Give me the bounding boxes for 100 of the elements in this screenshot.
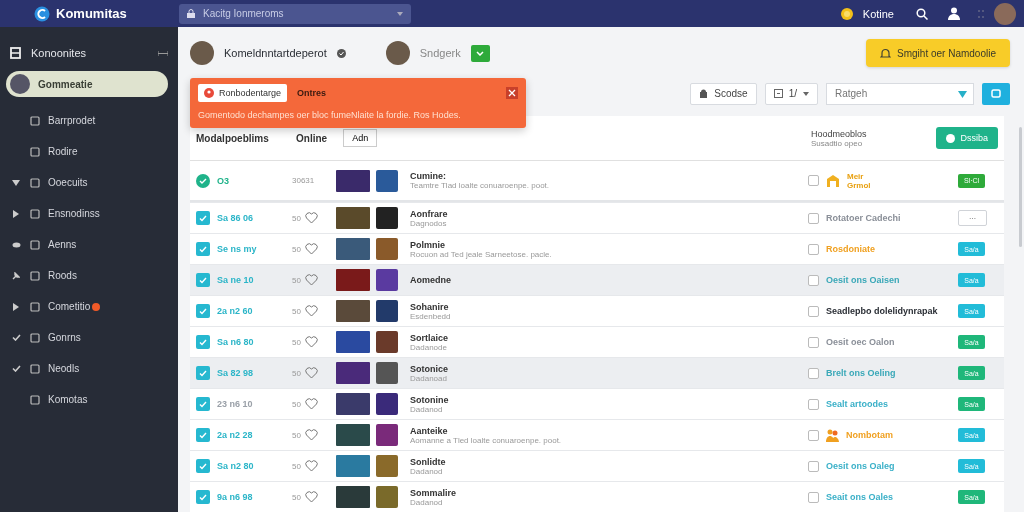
like-count: 50	[292, 337, 301, 347]
heart-icon	[304, 243, 318, 255]
sort-button[interactable]: Scodse	[690, 82, 757, 105]
close-button[interactable]	[506, 87, 518, 99]
checkbox[interactable]	[808, 398, 819, 410]
image-placeholder	[376, 238, 398, 260]
checkbox[interactable]	[808, 367, 819, 379]
item-description: Aomanne a Tled loalte conuaroenpe. poot.	[410, 435, 563, 445]
sidebar-item[interactable]: Barrprodet	[10, 105, 168, 136]
page-select[interactable]: 1/	[764, 82, 818, 105]
heart-icon	[304, 398, 318, 410]
sidebar-item[interactable]: Ooecuits	[10, 167, 168, 198]
checkbox[interactable]	[196, 304, 210, 318]
image-placeholder	[376, 331, 398, 353]
item-description: Dadanod	[410, 404, 444, 414]
image-placeholder	[336, 486, 370, 508]
favorite-button[interactable]	[304, 491, 318, 503]
status-text: Sealt artoodes	[826, 399, 889, 409]
checkbox[interactable]	[196, 428, 210, 442]
status-text: Rosdoniate	[826, 244, 875, 254]
checkbox[interactable]	[196, 397, 210, 411]
search-input[interactable]: Kacitg Ionmeroms	[201, 7, 391, 20]
favorite-button[interactable]	[304, 243, 318, 255]
checkbox[interactable]	[196, 273, 210, 287]
search-button[interactable]	[982, 82, 1010, 105]
row-date: Sa 86 06	[217, 213, 254, 223]
check-icon	[199, 431, 207, 439]
confirm-button[interactable]	[470, 44, 490, 62]
toast-message: Gomentodo dechampes oer bloc fumeNlaite la fordie. Ros Hodes.	[198, 110, 462, 120]
avatar[interactable]	[994, 2, 1016, 25]
menu-item-icon	[30, 363, 40, 374]
filter-button[interactable]: Adn	[343, 129, 378, 147]
checkbox[interactable]	[196, 366, 210, 380]
user-icon[interactable]	[948, 7, 960, 20]
favorite-button[interactable]	[304, 336, 318, 348]
favorite-button[interactable]	[304, 398, 318, 410]
checkbox[interactable]	[808, 491, 819, 503]
status-text: Rotatoer Cadechi	[826, 213, 901, 223]
item-description: Teamtre Tlad loalte conuaroenpe. poot.	[410, 181, 551, 190]
item-description: Esdenbedd	[410, 311, 452, 321]
checkbox[interactable]	[808, 274, 819, 286]
lock-icon	[699, 89, 709, 99]
sidebar-item[interactable]: Aenns	[10, 229, 168, 260]
checkbox[interactable]	[196, 242, 210, 256]
checkbox[interactable]	[196, 335, 210, 349]
column-header: Modalpoeblims	[196, 132, 270, 144]
status-text: Oesit oec Oalon	[826, 337, 895, 347]
image-placeholder	[376, 207, 398, 229]
checkbox[interactable]	[808, 175, 819, 186]
checkbox[interactable]	[808, 243, 819, 255]
scrollbar[interactable]	[1019, 127, 1022, 247]
search-field[interactable]: Kacitg Ionmeroms	[179, 3, 411, 24]
collapse-icon[interactable]	[158, 50, 168, 56]
check-icon	[199, 493, 207, 501]
sidebar-item[interactable]: Gonrns	[10, 322, 168, 353]
search-icon[interactable]	[916, 7, 928, 20]
favorite-button[interactable]	[304, 429, 318, 441]
image-placeholder	[336, 169, 370, 192]
sidebar-item[interactable]: Komotas	[10, 384, 168, 415]
grid-icon[interactable]	[978, 9, 984, 18]
checkbox[interactable]	[808, 460, 819, 472]
sidebar-item[interactable]: Roods	[10, 260, 168, 291]
status-text: Seadlepbo dolelidynrapak	[826, 306, 938, 316]
shield-icon	[958, 89, 967, 98]
checkbox[interactable]	[808, 305, 819, 317]
item-description: Dagnodos	[410, 218, 448, 228]
favorite-button[interactable]	[304, 367, 318, 379]
check-icon	[199, 400, 207, 408]
item-title: Aomedne	[410, 275, 452, 285]
primary-button[interactable]: Smgiht oer Namdoolie	[866, 39, 1010, 68]
status-text: Oesit ons Oaisen	[826, 275, 900, 285]
status-text: Meir	[847, 171, 865, 181]
avatar	[385, 41, 410, 66]
image-placeholder	[336, 331, 370, 353]
favorite-button[interactable]	[304, 274, 318, 286]
sidebar-item[interactable]: Cometitio	[10, 291, 168, 322]
menu-item-icon	[30, 177, 40, 188]
filter-search-field[interactable]: Ratgeh	[826, 82, 974, 105]
checkbox[interactable]	[196, 459, 210, 473]
sidebar-item[interactable]: Rodire	[10, 136, 168, 167]
favorite-button[interactable]	[304, 212, 318, 224]
check-icon	[199, 245, 207, 253]
check-icon	[11, 365, 21, 372]
sidebar-item[interactable]: Ensnodinss	[10, 198, 168, 229]
sidebar-item[interactable]: Gommeatie	[6, 71, 168, 97]
checkbox[interactable]	[196, 211, 210, 225]
item-title: Sohanire	[410, 301, 450, 312]
like-count: 50	[292, 461, 301, 471]
favorite-button[interactable]	[304, 460, 318, 472]
sidebar-item[interactable]: Neodls	[10, 353, 168, 384]
favorite-button[interactable]	[304, 305, 318, 317]
checkbox[interactable]	[808, 429, 819, 441]
avatar	[10, 74, 30, 94]
checkbox[interactable]	[808, 336, 819, 348]
status-text: Oesit ons Oaleg	[826, 461, 895, 471]
image-placeholder	[376, 393, 398, 415]
item-title: Polmnie	[410, 239, 446, 250]
checkbox[interactable]	[196, 490, 210, 504]
checkbox[interactable]	[808, 212, 819, 224]
image-placeholder	[376, 486, 398, 508]
